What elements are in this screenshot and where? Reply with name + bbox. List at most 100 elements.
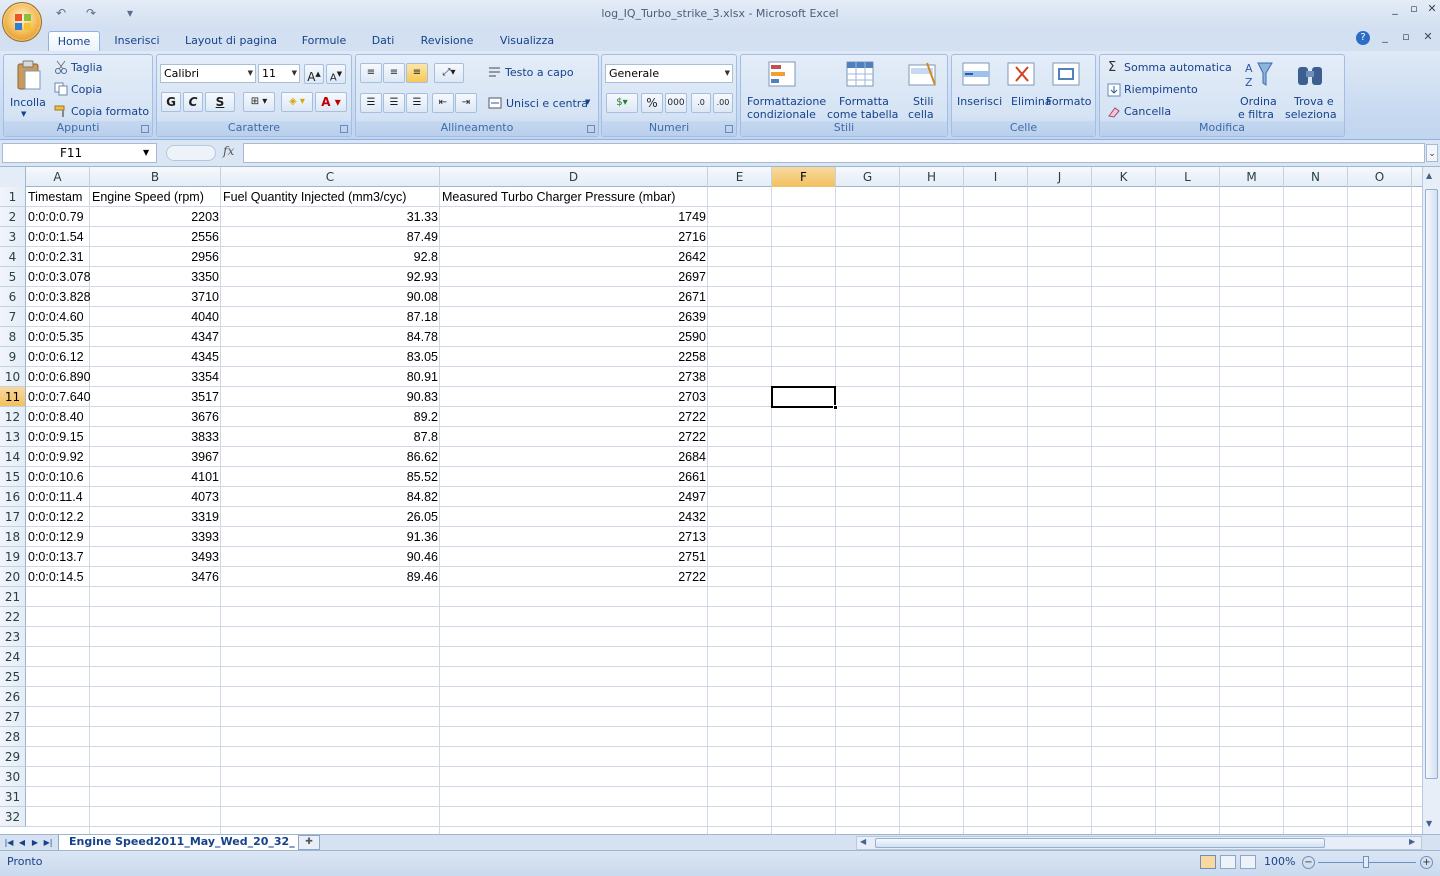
prev-sheet-icon[interactable]: ◀ xyxy=(16,836,28,850)
data-cell[interactable]: 2703 xyxy=(440,387,708,407)
carattere-launcher-icon[interactable] xyxy=(340,125,348,133)
conditional-formatting-label-1[interactable]: Formattazione xyxy=(747,95,826,108)
header-cell[interactable]: Fuel Quantity Injected (mm3/cyc) xyxy=(221,187,440,207)
row-header-31[interactable]: 31 xyxy=(0,787,26,807)
cell-styles-label-1[interactable]: Stili xyxy=(913,95,933,108)
data-cell[interactable]: 87.49 xyxy=(221,227,440,247)
data-cell[interactable]: 0:0:0:7.640 xyxy=(26,387,90,407)
tab-layout-di-pagina[interactable]: Layout di pagina xyxy=(178,31,284,51)
font-color-button[interactable]: A ▾ xyxy=(315,92,347,112)
paste-icon[interactable] xyxy=(12,59,44,91)
data-cell[interactable]: 2684 xyxy=(440,447,708,467)
font-size-combo[interactable]: 11 ▼ xyxy=(258,64,300,83)
tab-inserisci[interactable]: Inserisci xyxy=(106,31,168,51)
page-break-view-icon[interactable] xyxy=(1240,855,1256,869)
data-cell[interactable]: 4073 xyxy=(90,487,221,507)
zoom-level[interactable]: 100% xyxy=(1264,855,1295,868)
data-cell[interactable]: 91.36 xyxy=(221,527,440,547)
insert-sheet-icon[interactable]: ✚ xyxy=(298,835,320,850)
cell-area[interactable]: Timestam Engine Speed (rpm) Fuel Quantity … xyxy=(26,187,1422,834)
row-header-26[interactable]: 26 xyxy=(0,687,26,707)
data-cell[interactable]: 0:0:0:8.40 xyxy=(26,407,90,427)
data-cell[interactable]: 92.8 xyxy=(221,247,440,267)
data-cell[interactable]: 4101 xyxy=(90,467,221,487)
paste-button-label[interactable]: Incolla xyxy=(10,96,46,109)
sheet-tab-active[interactable]: Engine Speed2011_May_Wed_20_32_ xyxy=(58,835,310,851)
data-cell[interactable]: 3833 xyxy=(90,427,221,447)
zoom-slider-thumb[interactable] xyxy=(1363,856,1369,868)
italic-button[interactable]: C xyxy=(183,92,203,112)
scroll-left-icon[interactable]: ◀ xyxy=(860,837,866,846)
increase-decimal-button[interactable]: .0 xyxy=(691,93,711,113)
tab-formule[interactable]: Formule xyxy=(294,31,354,51)
normal-view-icon[interactable] xyxy=(1200,855,1216,869)
data-cell[interactable]: 26.05 xyxy=(221,507,440,527)
data-cell[interactable]: 3354 xyxy=(90,367,221,387)
data-cell[interactable]: 2661 xyxy=(440,467,708,487)
next-sheet-icon[interactable]: ▶ xyxy=(29,836,41,850)
data-cell[interactable]: 2722 xyxy=(440,427,708,447)
data-cell[interactable]: 2639 xyxy=(440,307,708,327)
data-cell[interactable]: 2722 xyxy=(440,407,708,427)
align-top-button[interactable]: ≡ xyxy=(360,63,382,83)
data-cell[interactable]: 90.83 xyxy=(221,387,440,407)
format-as-table-label-1[interactable]: Formatta xyxy=(839,95,889,108)
tab-visualizza[interactable]: Visualizza xyxy=(492,31,562,51)
horizontal-scrollbar[interactable]: ◀ ▶ xyxy=(856,836,1422,850)
cut-button[interactable]: Taglia xyxy=(71,61,102,74)
data-cell[interactable]: 89.46 xyxy=(221,567,440,587)
data-cell[interactable]: 84.78 xyxy=(221,327,440,347)
ribbon-restore-icon[interactable]: ▫ xyxy=(1399,31,1413,43)
row-header-11[interactable]: 11 xyxy=(0,387,26,407)
data-cell[interactable]: 3350 xyxy=(90,267,221,287)
data-cell[interactable]: 3676 xyxy=(90,407,221,427)
data-cell[interactable]: 87.8 xyxy=(221,427,440,447)
row-header-5[interactable]: 5 xyxy=(0,267,26,287)
select-all-corner[interactable] xyxy=(0,167,26,187)
data-cell[interactable]: 0:0:0:3.078 xyxy=(26,267,90,287)
help-icon[interactable]: ? xyxy=(1356,31,1370,45)
row-header-17[interactable]: 17 xyxy=(0,507,26,527)
data-cell[interactable]: 2203 xyxy=(90,207,221,227)
column-header-j[interactable]: J xyxy=(1028,167,1092,187)
column-header-d[interactable]: D xyxy=(440,167,708,187)
align-right-button[interactable]: ☰ xyxy=(406,93,428,113)
data-cell[interactable]: 2432 xyxy=(440,507,708,527)
row-header-20[interactable]: 20 xyxy=(0,567,26,587)
format-as-table-label-2[interactable]: come tabella xyxy=(827,108,898,121)
number-format-combo[interactable]: Generale ▼ xyxy=(605,64,733,83)
paste-dropdown-icon[interactable]: ▼ xyxy=(21,110,26,118)
column-header-f[interactable]: F xyxy=(772,167,836,187)
row-header-25[interactable]: 25 xyxy=(0,667,26,687)
row-header-14[interactable]: 14 xyxy=(0,447,26,467)
vertical-scroll-thumb[interactable] xyxy=(1425,189,1438,779)
header-cell[interactable]: Timestam xyxy=(26,187,90,207)
data-cell[interactable]: 0:0:0:12.2 xyxy=(26,507,90,527)
data-cell[interactable]: 0:0:0:5.35 xyxy=(26,327,90,347)
autosum-button[interactable]: Somma automatica xyxy=(1124,61,1232,74)
font-name-combo[interactable]: Calibri ▼ xyxy=(160,64,256,83)
column-header-k[interactable]: K xyxy=(1092,167,1156,187)
data-cell[interactable]: 85.52 xyxy=(221,467,440,487)
merge-dropdown-icon[interactable]: ▼ xyxy=(585,98,590,106)
data-cell[interactable]: 0:0:0:11.4 xyxy=(26,487,90,507)
appunti-launcher-icon[interactable] xyxy=(141,125,149,133)
row-header-10[interactable]: 10 xyxy=(0,367,26,387)
data-cell[interactable]: 86.62 xyxy=(221,447,440,467)
data-cell[interactable]: 31.33 xyxy=(221,207,440,227)
data-cell[interactable]: 2738 xyxy=(440,367,708,387)
row-header-18[interactable]: 18 xyxy=(0,527,26,547)
data-cell[interactable]: 87.18 xyxy=(221,307,440,327)
data-cell[interactable]: 4347 xyxy=(90,327,221,347)
currency-button[interactable]: $▾ xyxy=(606,93,638,113)
data-cell[interactable]: 2258 xyxy=(440,347,708,367)
data-cell[interactable]: 0:0:0:0.79 xyxy=(26,207,90,227)
align-center-button[interactable]: ☰ xyxy=(383,93,405,113)
data-cell[interactable]: 2642 xyxy=(440,247,708,267)
data-cell[interactable]: 2713 xyxy=(440,527,708,547)
name-box[interactable]: F11 ▼ xyxy=(2,143,157,163)
find-select-label-1[interactable]: Trova e xyxy=(1294,95,1334,108)
column-header-e[interactable]: E xyxy=(708,167,772,187)
close-window-icon[interactable]: ✕ xyxy=(1425,3,1439,15)
minimize-window-icon[interactable]: _ xyxy=(1388,3,1402,15)
